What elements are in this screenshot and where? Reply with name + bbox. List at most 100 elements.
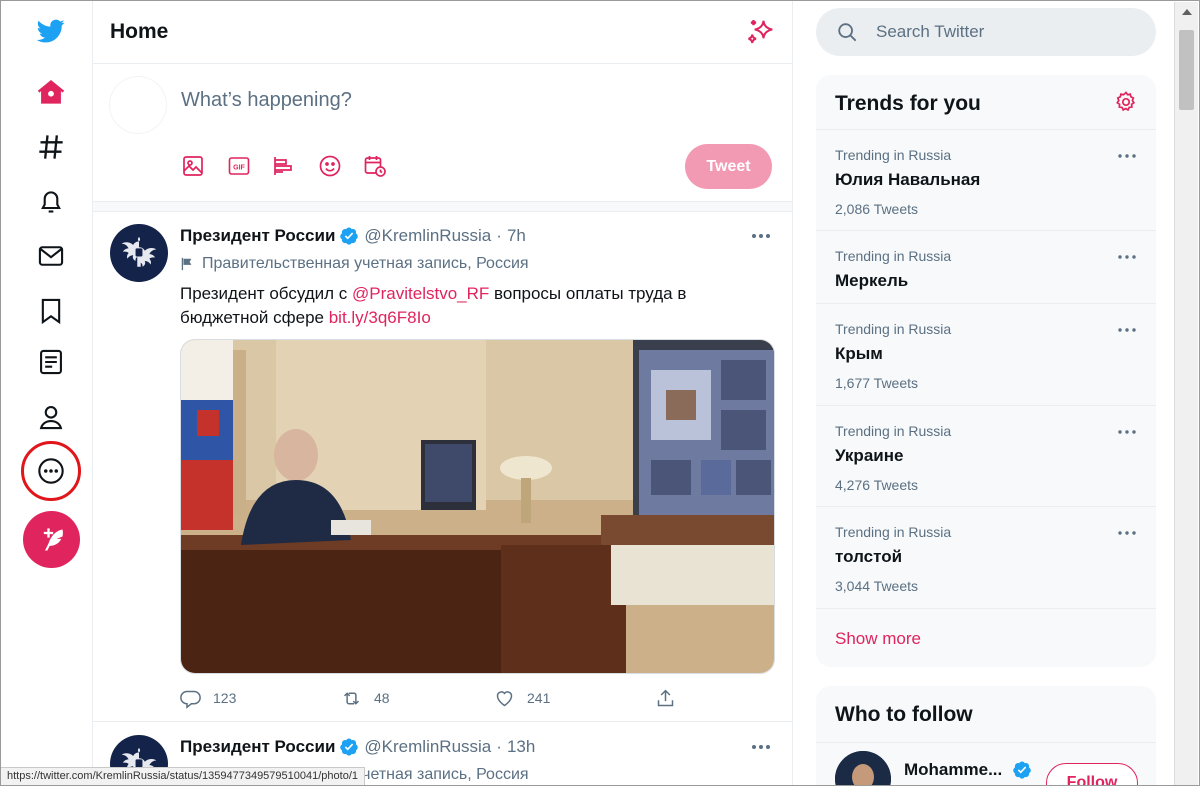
page-scrollbar[interactable] bbox=[1174, 2, 1198, 785]
tweet-timestamp[interactable]: 7h bbox=[507, 226, 526, 246]
tweet-button[interactable]: Tweet bbox=[685, 144, 772, 189]
more-ellipsis-icon[interactable] bbox=[1116, 249, 1138, 265]
trend-name: Украине bbox=[835, 446, 904, 465]
separator-dot: · bbox=[496, 226, 502, 245]
verified-badge-icon bbox=[1013, 761, 1031, 779]
tweet-text: Президент обсудил с @Pravitelstvo_RF воп… bbox=[180, 282, 700, 330]
media-image-icon[interactable] bbox=[178, 151, 208, 181]
tweet-timestamp[interactable]: 13h bbox=[507, 737, 535, 757]
right-sidebar: Trends for you Trending in Russia Юлия Н… bbox=[794, 1, 1174, 785]
kremlin-avatar[interactable] bbox=[110, 224, 168, 282]
flag-icon bbox=[181, 257, 192, 271]
reply-action[interactable]: 123 bbox=[180, 687, 236, 709]
avatar-illustration bbox=[835, 751, 891, 785]
like-action[interactable]: 241 bbox=[494, 687, 550, 709]
verified-badge-icon bbox=[340, 738, 359, 756]
trend-item[interactable]: Trending in Russia Меркель bbox=[816, 230, 1156, 303]
share-action[interactable] bbox=[655, 687, 688, 709]
more-ellipsis-icon[interactable] bbox=[748, 737, 774, 757]
trend-count: 3,044 Tweets bbox=[835, 578, 919, 594]
reply-icon bbox=[180, 690, 201, 709]
author-handle[interactable]: @KremlinRussia bbox=[364, 737, 491, 757]
trend-item[interactable]: Trending in Russia Украине 4,276 Tweets bbox=[816, 405, 1156, 506]
meeting-photo-illustration bbox=[181, 340, 774, 673]
top-tweets-sparkle-icon[interactable] bbox=[746, 17, 776, 47]
svg-text:GIF: GIF bbox=[233, 165, 245, 172]
suggested-user-avatar[interactable] bbox=[835, 751, 891, 785]
poll-icon[interactable] bbox=[269, 151, 299, 181]
retweet-count: 48 bbox=[374, 690, 390, 706]
scroll-up-arrow-icon[interactable] bbox=[1175, 2, 1198, 22]
show-more-link[interactable]: Show more bbox=[835, 629, 921, 649]
trend-context: Trending in Russia bbox=[835, 423, 952, 439]
timeline-header: Home bbox=[93, 1, 792, 64]
verified-badge-icon bbox=[340, 227, 359, 245]
tweet[interactable]: Президент России @KremlinRussia · 7h Пра… bbox=[93, 212, 792, 722]
trends-panel: Trends for you Trending in Russia Юлия Н… bbox=[816, 75, 1156, 667]
government-account-label: Правительственная учетная запись, Россия bbox=[180, 255, 529, 273]
more-ellipsis-icon[interactable] bbox=[1116, 525, 1138, 541]
more-ellipsis-icon[interactable] bbox=[1116, 148, 1138, 164]
scrollbar-thumb[interactable] bbox=[1179, 30, 1194, 110]
schedule-calendar-icon[interactable] bbox=[360, 151, 390, 181]
left-navigation bbox=[1, 1, 92, 785]
suggested-user-name[interactable]: Mohamme... bbox=[904, 760, 1002, 780]
more-options-icon[interactable] bbox=[23, 447, 79, 495]
mention-link[interactable]: @Pravitelstvo_RF bbox=[352, 284, 489, 303]
trend-count: 4,276 Tweets bbox=[835, 477, 919, 493]
trend-item[interactable]: Trending in Russia Юлия Навальная 2,086 … bbox=[816, 129, 1156, 230]
tweet-text-part: Президент обсудил с bbox=[180, 284, 353, 303]
emoji-icon[interactable] bbox=[315, 151, 345, 181]
tweet-header: Президент России @KremlinRussia · 7h bbox=[180, 226, 526, 246]
author-handle[interactable]: @KremlinRussia bbox=[364, 226, 491, 246]
heart-icon bbox=[496, 690, 513, 706]
lists-icon[interactable] bbox=[23, 338, 79, 386]
browser-status-bar: https://twitter.com/KremlinRussia/status… bbox=[1, 767, 366, 785]
tweet-composer: GIF Tweet bbox=[93, 65, 792, 201]
follow-button[interactable]: Follow bbox=[1046, 763, 1138, 785]
retweet-action[interactable]: 48 bbox=[341, 687, 390, 709]
trend-item[interactable]: Trending in Russia толстой 3,044 Tweets bbox=[816, 506, 1156, 608]
quill-plus-icon bbox=[43, 527, 63, 550]
bookmarks-icon[interactable] bbox=[23, 287, 79, 335]
main-timeline: Home GIF Tweet bbox=[92, 1, 793, 785]
browser-viewport: Home GIF Tweet bbox=[0, 0, 1200, 786]
more-ellipsis-icon[interactable] bbox=[1116, 424, 1138, 440]
more-ellipsis-icon[interactable] bbox=[748, 226, 774, 246]
trend-context: Trending in Russia bbox=[835, 147, 952, 163]
author-name[interactable]: Президент России bbox=[180, 226, 335, 246]
compose-input[interactable] bbox=[181, 89, 761, 112]
trend-name: Крым bbox=[835, 344, 883, 363]
reply-count: 123 bbox=[213, 690, 237, 706]
url-link[interactable]: bit.ly/3q6F8Io bbox=[329, 308, 431, 327]
follow-suggestion[interactable]: Mohamme... Follow bbox=[816, 742, 1156, 785]
tweet-photo[interactable] bbox=[180, 339, 775, 674]
section-divider bbox=[93, 201, 792, 212]
notifications-bell-icon[interactable] bbox=[23, 177, 79, 225]
trend-context: Trending in Russia bbox=[835, 248, 952, 264]
messages-envelope-icon[interactable] bbox=[23, 232, 79, 280]
trend-name: Юлия Навальная bbox=[835, 170, 981, 189]
profile-icon[interactable] bbox=[23, 393, 79, 441]
more-ellipsis-icon[interactable] bbox=[1116, 322, 1138, 338]
author-name[interactable]: Президент России bbox=[180, 737, 335, 757]
gear-icon[interactable] bbox=[1114, 90, 1138, 114]
compose-tweet-button[interactable] bbox=[23, 511, 80, 568]
search-input[interactable] bbox=[876, 22, 1136, 42]
twitter-logo-icon[interactable] bbox=[23, 7, 79, 55]
explore-hashtag-icon[interactable] bbox=[23, 123, 79, 171]
search-icon bbox=[838, 23, 857, 42]
russian-eagle-emblem-icon bbox=[121, 236, 157, 267]
user-avatar[interactable] bbox=[110, 77, 166, 133]
home-icon[interactable] bbox=[23, 68, 79, 116]
gov-label-text: Правительственная учетная запись, Россия bbox=[202, 255, 529, 272]
retweet-icon bbox=[343, 691, 360, 705]
trend-count: 1,677 Tweets bbox=[835, 375, 919, 391]
trend-name: Меркель bbox=[835, 271, 909, 290]
search-box[interactable] bbox=[816, 8, 1156, 56]
who-to-follow-title: Who to follow bbox=[835, 703, 973, 726]
share-icon bbox=[657, 689, 674, 706]
trend-name: толстой bbox=[835, 547, 903, 566]
gif-icon[interactable]: GIF bbox=[224, 151, 254, 181]
trend-item[interactable]: Trending in Russia Крым 1,677 Tweets bbox=[816, 303, 1156, 405]
